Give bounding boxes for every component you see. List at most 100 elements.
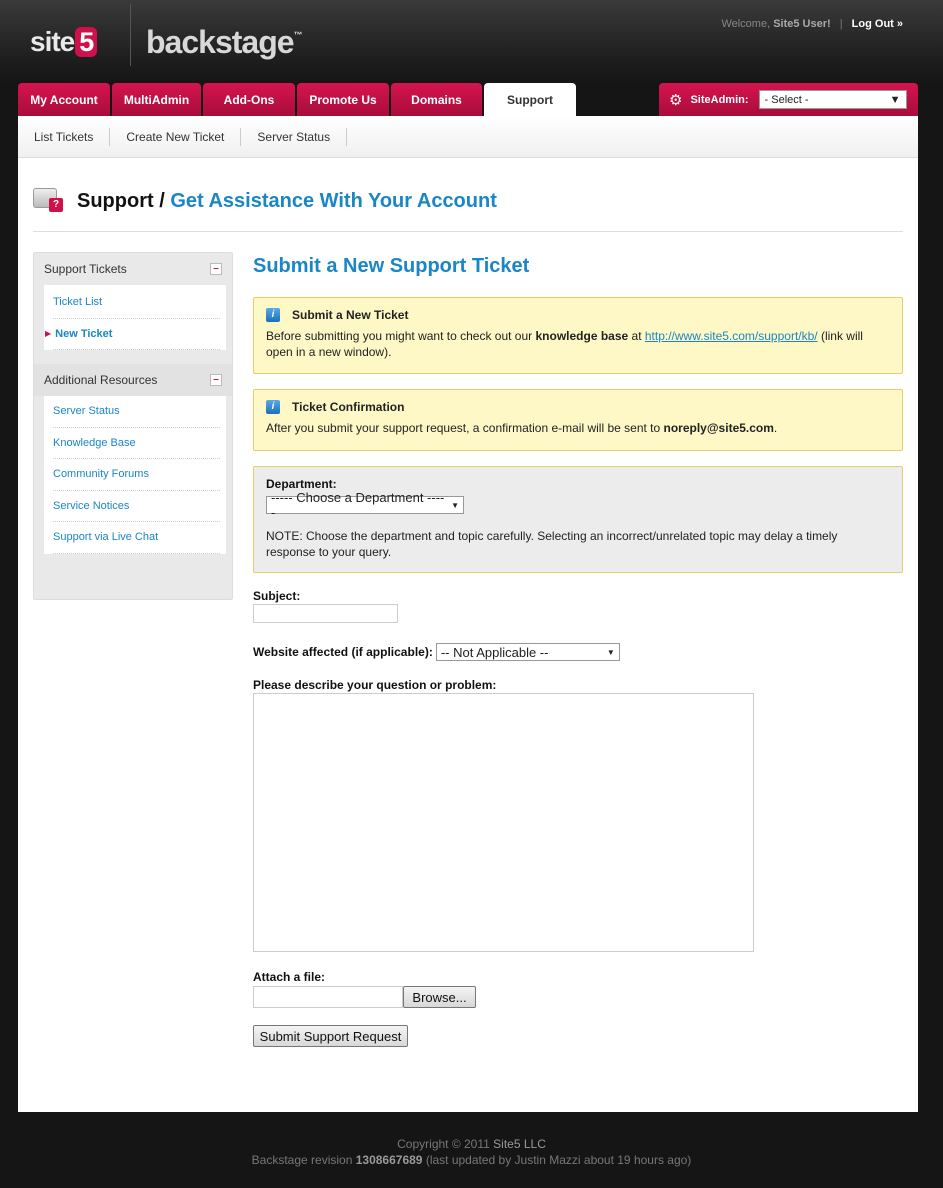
siteadmin-label: SiteAdmin:: [690, 93, 749, 106]
tab-promote-us[interactable]: Promote Us: [297, 83, 389, 116]
welcome-area: Welcome, Site5 User! | Log Out »: [721, 18, 903, 30]
sidebar-list-resources: Server Status Knowledge Base Community F…: [44, 396, 226, 554]
department-note: NOTE: Choose the department and topic ca…: [266, 529, 838, 559]
welcome-separator: |: [839, 18, 843, 30]
browse-button[interactable]: Browse...: [403, 986, 476, 1008]
form-title: Submit a New Support Ticket: [253, 255, 530, 277]
tab-multiadmin[interactable]: MultiAdmin: [112, 83, 201, 116]
notice-ticket-confirmation: i Ticket Confirmation After you submit y…: [253, 389, 903, 451]
backstage-logo: backstage™: [146, 24, 303, 61]
header: site 5 backstage™ Welcome, Site5 User! | …: [0, 0, 943, 84]
notice-text: at: [628, 329, 645, 343]
tab-domains[interactable]: Domains: [391, 83, 482, 116]
logo-divider: [130, 4, 131, 66]
sidebar-item-service-notices[interactable]: Service Notices: [53, 491, 220, 522]
revision-text: (last updated by Justin Mazzi about 19 h…: [422, 1153, 692, 1167]
sidebar-list-support: Ticket List ▶ New Ticket: [44, 285, 226, 350]
department-selected-value: ----- Choose a Department -----: [271, 490, 445, 520]
attach-row: Browse...: [253, 986, 903, 1008]
logout-link[interactable]: Log Out »: [852, 18, 903, 30]
tab-my-account[interactable]: My Account: [18, 83, 110, 116]
tab-add-ons[interactable]: Add-Ons: [203, 83, 295, 116]
notice-title-row: i Submit a New Ticket: [266, 308, 890, 322]
logo-five-badge: 5: [75, 27, 98, 57]
sidebar-item-community-forums[interactable]: Community Forums: [53, 459, 220, 491]
description-label: Please describe your question or problem…: [253, 678, 497, 692]
subnav-create-new-ticket[interactable]: Create New Ticket: [110, 127, 242, 146]
revision-line: Backstage revision 1308667689 (last upda…: [0, 1152, 943, 1168]
copyright-text: Copyright © 2011: [397, 1137, 494, 1151]
department-select[interactable]: ----- Choose a Department ----- ▼: [266, 490, 464, 520]
notice-text: After you submit your support request, a…: [266, 421, 664, 435]
attach-file-field[interactable]: [253, 986, 403, 1008]
main-tabs: My Account MultiAdmin Add-Ons Promote Us…: [18, 83, 578, 116]
siteadmin-bar: ⚙ SiteAdmin: - Select - ▼: [659, 83, 918, 116]
support-help-icon: ?: [33, 186, 63, 214]
sidebar-item-server-status[interactable]: Server Status: [53, 396, 220, 428]
main-content: Submit a New Support Ticket i Submit a N…: [253, 252, 903, 1047]
website-selected-value: -- Not Applicable --: [440, 644, 549, 660]
page-heading: ? Support / Get Assistance With Your Acc…: [33, 186, 903, 232]
knowledge-base-link[interactable]: http://www.site5.com/support/kb/: [645, 329, 818, 343]
page-title: Support / Get Assistance With Your Accou…: [77, 186, 497, 216]
website-select[interactable]: -- Not Applicable -- ▼: [435, 643, 620, 661]
revision-number: 1308667689: [355, 1153, 423, 1167]
welcome-text: Welcome,: [721, 18, 771, 30]
chevron-down-icon: ▼: [606, 647, 615, 657]
page-title-main: Support /: [77, 190, 165, 212]
website-row: Website affected (if applicable): -- Not…: [253, 643, 903, 661]
department-label: Department:: [266, 477, 337, 491]
sidebar-group-title: Support Tickets: [44, 262, 127, 276]
sub-navigation: List Tickets Create New Ticket Server St…: [18, 116, 918, 158]
collapse-icon[interactable]: –: [210, 374, 222, 386]
notice-text: .: [773, 421, 778, 435]
tab-support[interactable]: Support: [484, 83, 576, 116]
notice-text: Before submitting you might want to chec…: [266, 329, 536, 343]
sidebar-item-knowledge-base[interactable]: Knowledge Base: [53, 428, 220, 459]
content-panel: List Tickets Create New Ticket Server St…: [18, 116, 918, 1112]
siteadmin-selected-value: - Select -: [764, 93, 809, 106]
notice-submit-ticket: i Submit a New Ticket Before submitting …: [253, 297, 903, 374]
submit-support-request-button[interactable]: Submit Support Request: [253, 1025, 408, 1047]
subnav-list-tickets[interactable]: List Tickets: [18, 127, 111, 146]
confirmation-email: noreply@site5.com: [663, 421, 774, 435]
subject-label: Subject:: [253, 589, 301, 603]
trademark: ™: [293, 30, 303, 40]
department-box: Department: ----- Choose a Department --…: [253, 466, 903, 573]
welcome-user: Site5 User!: [773, 18, 831, 30]
notice-title: Ticket Confirmation: [292, 400, 405, 414]
sidebar: Support Tickets – Ticket List ▶ New Tick…: [33, 252, 233, 600]
website-label: Website affected (if applicable):: [253, 645, 433, 659]
subject-input[interactable]: [253, 604, 398, 623]
sidebar-item-new-ticket[interactable]: ▶ New Ticket: [45, 319, 220, 350]
sidebar-item-ticket-list[interactable]: Ticket List: [53, 287, 220, 319]
chevron-down-icon: ▼: [889, 93, 901, 106]
sidebar-group-support-tickets: Support Tickets –: [34, 253, 232, 285]
site5-logo[interactable]: site 5: [30, 26, 98, 58]
notice-body: Before submitting you might want to chec…: [266, 328, 890, 360]
logo-backstage-text: backstage: [146, 24, 295, 60]
sidebar-group-additional-resources: Additional Resources –: [34, 364, 232, 396]
chevron-down-icon: ▼: [451, 500, 459, 510]
gear-icon: ⚙: [669, 91, 683, 109]
subnav-server-status[interactable]: Server Status: [241, 127, 348, 146]
sidebar-group-title: Additional Resources: [44, 373, 158, 387]
footer: Copyright © 2011 Site5 LLC Backstage rev…: [0, 1136, 943, 1168]
logo-site-text: site: [30, 26, 75, 57]
notice-title: Submit a New Ticket: [292, 308, 409, 322]
notice-body: After you submit your support request, a…: [266, 420, 890, 436]
company-name: Site5 LLC: [493, 1137, 546, 1151]
attach-label: Attach a file:: [253, 970, 326, 984]
copyright-line: Copyright © 2011 Site5 LLC: [0, 1136, 943, 1152]
notice-title-row: i Ticket Confirmation: [266, 400, 890, 414]
info-icon: i: [266, 400, 280, 414]
collapse-icon[interactable]: –: [210, 263, 222, 275]
page-subtitle: Get Assistance With Your Account: [170, 190, 497, 212]
siteadmin-select[interactable]: - Select - ▼: [758, 90, 907, 109]
knowledge-base-bold: knowledge base: [535, 329, 629, 343]
sidebar-item-live-chat[interactable]: Support via Live Chat: [53, 522, 220, 554]
description-textarea[interactable]: [253, 693, 754, 952]
sidebar-item-label: New Ticket: [55, 327, 113, 340]
active-arrow-icon: ▶: [45, 329, 52, 339]
revision-text: Backstage revision: [251, 1153, 356, 1167]
